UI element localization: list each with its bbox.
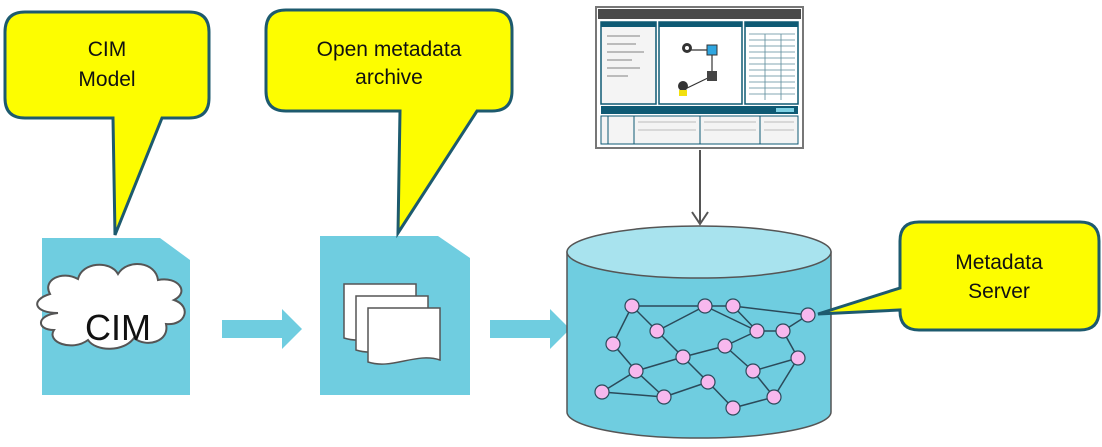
callout-server-line2: Server bbox=[968, 280, 1030, 303]
graph-node bbox=[628, 363, 644, 379]
graph-node bbox=[800, 307, 816, 323]
graph-node bbox=[656, 389, 672, 405]
graph-node bbox=[649, 323, 665, 339]
callout-archive-line1: Open metadata bbox=[317, 38, 462, 61]
callout-cim-model-line2: Model bbox=[78, 68, 135, 91]
flow-arrow-2 bbox=[490, 309, 570, 349]
metadata-flow-diagram: CIM CIM Model Open metadata archive Meta… bbox=[3, 6, 1101, 439]
ui-screenshot-thumbnail bbox=[595, 6, 804, 149]
graph-node bbox=[775, 323, 791, 339]
graph-node bbox=[749, 323, 765, 339]
graph-node bbox=[766, 389, 782, 405]
flow-arrow-1 bbox=[222, 309, 302, 349]
graph-node bbox=[594, 384, 610, 400]
graph-node bbox=[725, 400, 741, 416]
callout-metadata-server: Metadata Server bbox=[817, 220, 1101, 332]
callout-cim-model-line1: CIM bbox=[88, 38, 127, 61]
graph-node bbox=[790, 350, 806, 366]
callout-server-line1: Metadata bbox=[955, 251, 1043, 274]
graph-node bbox=[605, 336, 621, 352]
cim-cloud-label: CIM bbox=[85, 307, 151, 348]
graph-node bbox=[700, 374, 716, 390]
callout-cim-model: CIM Model bbox=[3, 10, 211, 236]
graph-node bbox=[725, 298, 741, 314]
screenshot-to-server-connector bbox=[691, 150, 709, 226]
graph-node bbox=[717, 338, 733, 354]
graph-node bbox=[675, 349, 691, 365]
graph-node bbox=[697, 298, 713, 314]
graph-node bbox=[624, 298, 640, 314]
graph-node bbox=[745, 363, 761, 379]
callout-archive-line2: archive bbox=[355, 66, 423, 89]
callout-open-metadata-archive: Open metadata archive bbox=[264, 8, 514, 239]
metadata-repository-cylinder bbox=[566, 225, 832, 439]
